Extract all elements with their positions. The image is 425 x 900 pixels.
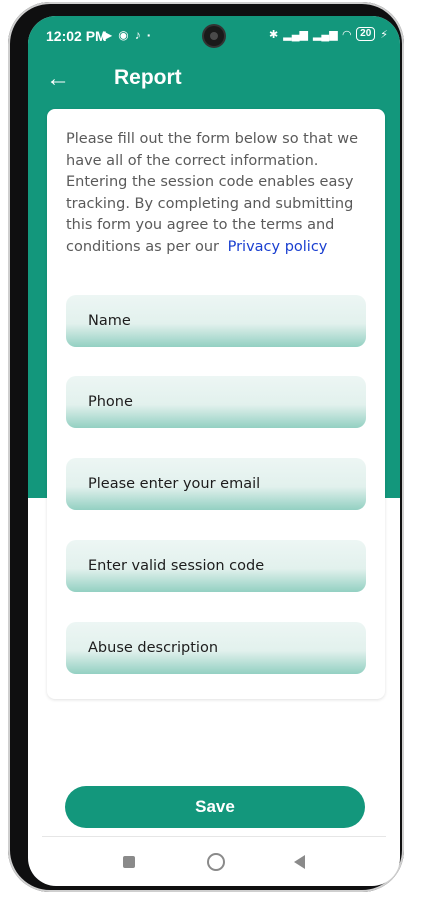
email-field[interactable]: Please enter your email	[66, 458, 366, 510]
arrow-left-icon[interactable]: ←	[46, 64, 70, 94]
phone-placeholder: Phone	[88, 394, 133, 410]
youtube-icon: ▶	[103, 28, 113, 42]
status-system-icons: ✱ ▂▄▆ ▂▄▆ ◠ 20 ⚡	[269, 27, 388, 41]
save-button[interactable]: Save	[65, 786, 365, 828]
report-form-card: Please fill out the form below so that w…	[47, 109, 385, 699]
abuse-description-field[interactable]: Abuse description	[66, 622, 366, 674]
name-placeholder: Name	[88, 313, 131, 329]
screen: 12:02 PM ▶ ◉ ♪ · ✱ ▂▄▆ ▂▄▆ ◠ 20 ⚡ ← Repo…	[28, 16, 400, 886]
status-time: 12:02 PM	[46, 28, 107, 44]
signal-icon: ▂▄▆	[312, 28, 338, 41]
session-code-placeholder: Enter valid session code	[88, 558, 265, 574]
front-camera	[204, 26, 224, 46]
nav-divider	[42, 836, 386, 837]
name-field[interactable]: Name	[66, 295, 366, 347]
status-bar: 12:02 PM ▶ ◉ ♪ · ✱ ▂▄▆ ▂▄▆ ◠ 20 ⚡	[28, 16, 400, 56]
system-nav-bar	[28, 846, 400, 880]
signal-icon: ▂▄▆	[283, 28, 308, 41]
abuse-description-placeholder: Abuse description	[88, 640, 219, 656]
email-placeholder: Please enter your email	[88, 476, 261, 492]
back-triangle-icon[interactable]	[294, 855, 305, 869]
session-code-field[interactable]: Enter valid session code	[66, 540, 366, 592]
dot-icon: ·	[146, 27, 152, 43]
app-bar: ← Report	[28, 62, 400, 102]
phone-frame: 12:02 PM ▶ ◉ ♪ · ✱ ▂▄▆ ▂▄▆ ◠ 20 ⚡ ← Repo…	[8, 2, 404, 892]
recents-icon[interactable]	[123, 856, 135, 868]
phone-field[interactable]: Phone	[66, 376, 366, 428]
privacy-policy-link[interactable]: Privacy policy	[228, 239, 328, 255]
wifi-icon: ◠	[342, 28, 352, 41]
page-title: Report	[114, 66, 182, 89]
form-intro: Please fill out the form below so that w…	[66, 129, 366, 258]
whatsapp-icon: ◉	[118, 28, 129, 42]
bluetooth-icon: ✱	[269, 28, 279, 41]
status-notification-icons: ▶ ◉ ♪ ·	[103, 27, 151, 43]
home-icon[interactable]	[207, 853, 225, 871]
tiktok-icon: ♪	[134, 28, 141, 42]
intro-text: Please fill out the form below so that w…	[66, 131, 359, 255]
battery-indicator: 20	[356, 27, 376, 41]
charging-icon: ⚡	[380, 28, 388, 41]
